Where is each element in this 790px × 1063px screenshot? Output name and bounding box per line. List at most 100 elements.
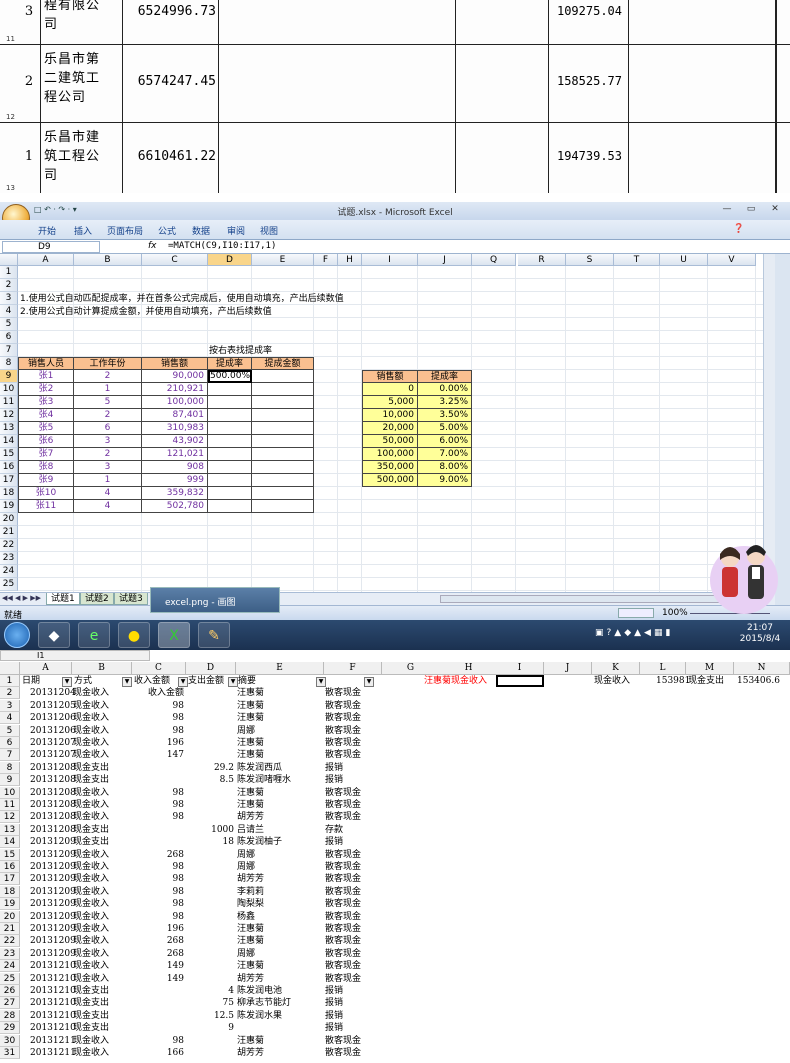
- date-cell[interactable]: 20131207: [30, 737, 76, 749]
- sheet-tab[interactable]: 试题2: [80, 593, 114, 605]
- row-header[interactable]: 4: [0, 305, 18, 318]
- commission-cell[interactable]: [252, 370, 314, 383]
- column-header[interactable]: E: [252, 254, 314, 266]
- row-header[interactable]: 3: [0, 699, 20, 712]
- table-header[interactable]: 提成金额: [252, 357, 314, 370]
- rate-cell[interactable]: [208, 422, 252, 435]
- type-cell[interactable]: 散客现金: [325, 749, 361, 761]
- type-cell[interactable]: 散客现金: [325, 873, 361, 885]
- memo-cell[interactable]: 陈发润西瓜: [237, 762, 282, 774]
- salesperson-cell[interactable]: 张9: [18, 474, 74, 487]
- minimize-button[interactable]: —: [718, 204, 736, 216]
- mode-cell[interactable]: 现金收入: [73, 749, 109, 761]
- worksheet-grid[interactable]: A B C D E F H I J Q R S T U V 1 2 3 4 5 6 7 8 9 10 11 12 13 14 15 16 17…: [0, 254, 775, 592]
- date-cell[interactable]: 20131208: [30, 799, 76, 811]
- income-cell[interactable]: 166: [132, 1047, 184, 1059]
- column-header[interactable]: B: [74, 254, 142, 266]
- expense-cell[interactable]: 12.5: [186, 1010, 234, 1022]
- income-cell[interactable]: 收入金额: [132, 687, 184, 699]
- rate-cell[interactable]: [208, 435, 252, 448]
- date-cell[interactable]: 20131211: [30, 1035, 76, 1047]
- column-header[interactable]: L: [640, 662, 686, 675]
- memo-cell[interactable]: 李莉莉: [237, 886, 264, 898]
- windows-app-icon[interactable]: ◆: [38, 622, 70, 648]
- date-cell[interactable]: 20131210: [30, 997, 76, 1009]
- excel-icon[interactable]: X: [158, 622, 190, 648]
- row-header[interactable]: 20: [0, 513, 18, 526]
- type-cell[interactable]: 散客现金: [325, 948, 361, 960]
- date-cell[interactable]: 20131210: [30, 1022, 76, 1034]
- rate-table-sales[interactable]: 500,000: [362, 474, 418, 487]
- years-cell[interactable]: 2: [74, 448, 142, 461]
- mode-cell[interactable]: 现金支出: [73, 997, 109, 1009]
- rate-table-header[interactable]: 销售额: [362, 370, 418, 383]
- header-cell[interactable]: 支出金额: [188, 675, 224, 687]
- memo-cell[interactable]: 柳承志节能灯: [237, 997, 291, 1009]
- salesperson-cell[interactable]: 张11: [18, 500, 74, 513]
- memo-cell[interactable]: 胡芳芳: [237, 1047, 264, 1059]
- income-cell[interactable]: 98: [132, 861, 184, 873]
- years-cell[interactable]: 6: [74, 422, 142, 435]
- type-cell[interactable]: 散客现金: [325, 687, 361, 699]
- sales-cell[interactable]: 908: [142, 461, 208, 474]
- date-cell[interactable]: 20131210: [30, 973, 76, 985]
- type-cell[interactable]: 散客现金: [325, 712, 361, 724]
- rate-table-sales[interactable]: 10,000: [362, 409, 418, 422]
- memo-cell[interactable]: 汪惠菊: [237, 687, 264, 699]
- date-cell[interactable]: 20131205: [30, 700, 76, 712]
- salesperson-cell[interactable]: 张8: [18, 461, 74, 474]
- mode-cell[interactable]: 现金收入: [73, 712, 109, 724]
- filter-dropdown-icon[interactable]: ▼: [178, 677, 188, 687]
- income-cell[interactable]: 98: [132, 787, 184, 799]
- commission-cell[interactable]: [252, 409, 314, 422]
- type-cell[interactable]: 散客现金: [325, 960, 361, 972]
- mode-cell[interactable]: 现金收入: [73, 886, 109, 898]
- mode-cell[interactable]: 现金支出: [73, 1010, 109, 1022]
- row-header[interactable]: 6: [0, 737, 20, 749]
- expense-cell[interactable]: 18: [186, 836, 234, 848]
- commission-cell[interactable]: [252, 461, 314, 474]
- sales-cell[interactable]: 100,000: [142, 396, 208, 409]
- paint-icon[interactable]: ✎: [198, 622, 230, 648]
- column-header[interactable]: U: [660, 254, 708, 266]
- tray-icons[interactable]: ▣?▲◆▲◀▦▮: [595, 628, 673, 638]
- row-header[interactable]: 24: [0, 565, 18, 578]
- header-cell[interactable]: 收入金额: [134, 675, 170, 687]
- date-cell[interactable]: 20131209: [30, 836, 76, 848]
- income-cell[interactable]: 98: [132, 911, 184, 923]
- column-header[interactable]: F: [314, 254, 338, 266]
- income-cell[interactable]: 98: [132, 1035, 184, 1047]
- column-header[interactable]: R: [518, 254, 566, 266]
- name-box[interactable]: D9: [2, 241, 100, 253]
- column-header[interactable]: N: [734, 662, 790, 675]
- rate-cell[interactable]: [208, 409, 252, 422]
- row-header[interactable]: 2: [0, 687, 20, 700]
- row-header[interactable]: 2: [0, 279, 18, 292]
- maximize-button[interactable]: ▭: [742, 204, 760, 216]
- memo-cell[interactable]: 周娜: [237, 849, 255, 861]
- date-cell[interactable]: 20131208: [30, 787, 76, 799]
- column-header[interactable]: E: [236, 662, 324, 675]
- date-cell[interactable]: 20131209: [30, 948, 76, 960]
- memo-cell[interactable]: 汪惠菊: [237, 935, 264, 947]
- header-cell[interactable]: 方式: [74, 675, 92, 687]
- memo-cell[interactable]: 汪惠菊: [237, 1035, 264, 1047]
- ribbon-tab[interactable]: 页面布局: [107, 224, 143, 237]
- mode-cell[interactable]: 现金收入: [73, 687, 109, 699]
- row-header[interactable]: 27: [0, 997, 20, 1010]
- column-header[interactable]: T: [614, 254, 660, 266]
- row-header[interactable]: 5: [0, 724, 20, 737]
- n1-value[interactable]: 153406.6: [737, 675, 780, 687]
- type-cell[interactable]: 散客现金: [325, 973, 361, 985]
- close-button[interactable]: ✕: [766, 204, 784, 216]
- row-header[interactable]: 9: [0, 370, 18, 383]
- mode-cell[interactable]: 现金收入: [73, 973, 109, 985]
- mode-cell[interactable]: 现金收入: [73, 960, 109, 972]
- sales-cell[interactable]: 210,921: [142, 383, 208, 396]
- row-header[interactable]: 19: [0, 898, 20, 911]
- rate-table-rate[interactable]: 5.00%: [418, 422, 472, 435]
- row-header[interactable]: 23: [0, 947, 20, 960]
- income-cell[interactable]: 196: [132, 923, 184, 935]
- type-cell[interactable]: 散客现金: [325, 737, 361, 749]
- table-header[interactable]: 销售人员: [18, 357, 74, 370]
